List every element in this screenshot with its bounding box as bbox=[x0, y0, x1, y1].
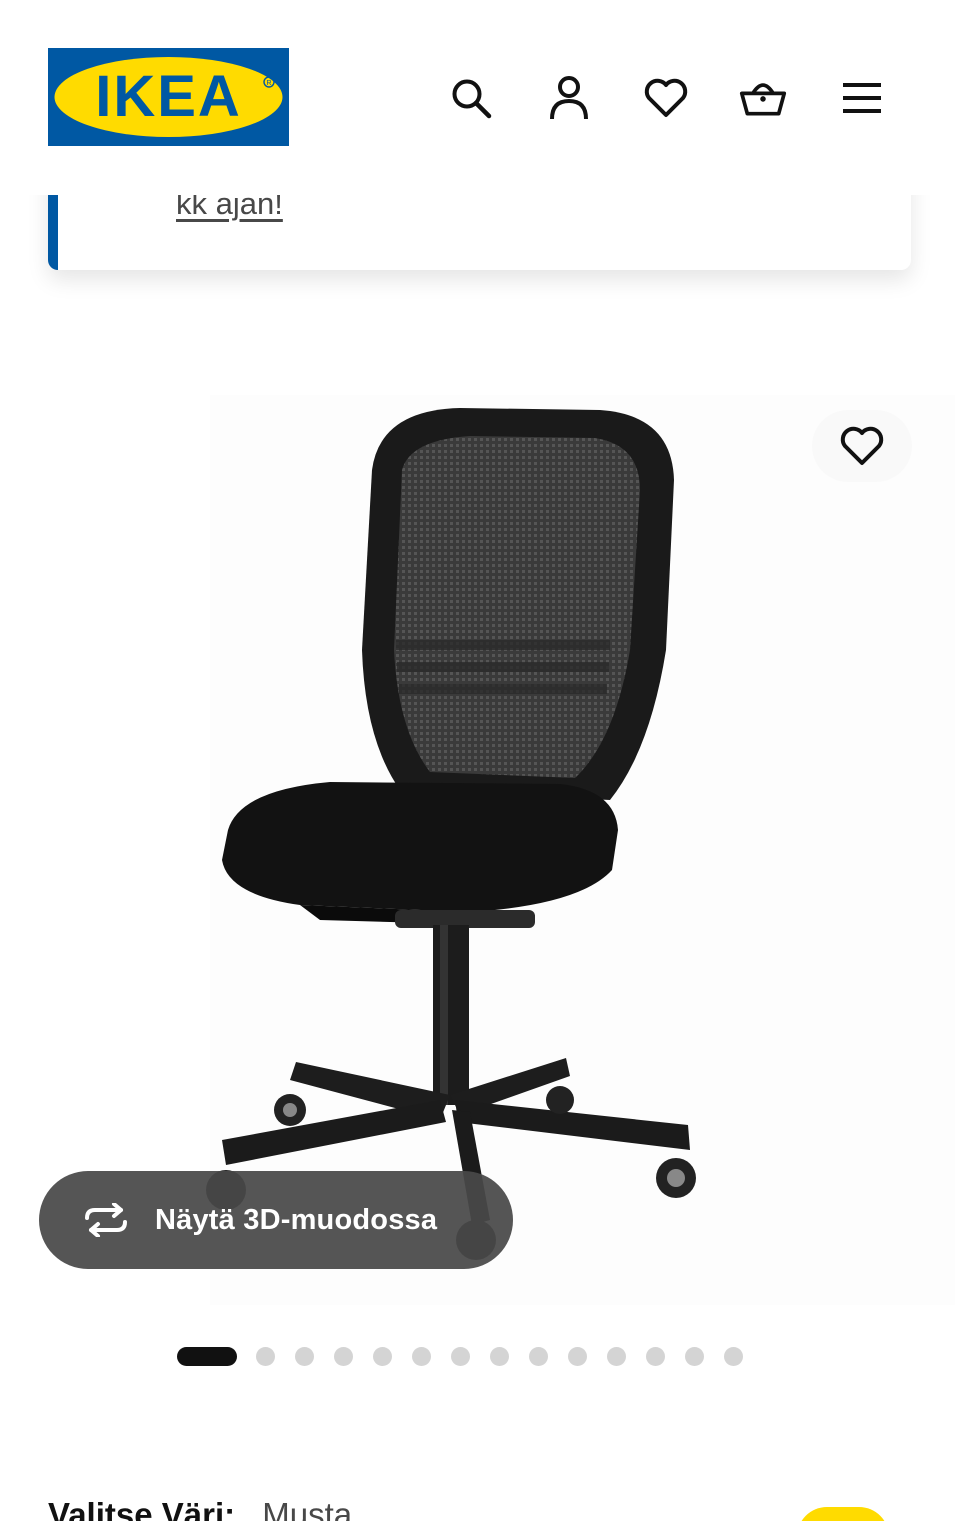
view-3d-label: Näytä 3D-muodossa bbox=[155, 1203, 438, 1236]
color-selector: Valitse Väri: Musta bbox=[48, 1496, 352, 1521]
carousel-dot[interactable] bbox=[295, 1346, 314, 1366]
carousel-dot[interactable] bbox=[451, 1346, 470, 1366]
image-carousel-dots bbox=[177, 1346, 763, 1366]
ikea-logo[interactable]: IKEA R bbox=[48, 48, 289, 146]
rotate-3d-icon bbox=[85, 1203, 127, 1237]
carousel-dot[interactable] bbox=[607, 1346, 626, 1366]
carousel-dot[interactable] bbox=[490, 1346, 509, 1366]
color-value: Musta bbox=[262, 1496, 353, 1521]
carousel-dot[interactable] bbox=[373, 1346, 392, 1366]
heart-icon[interactable] bbox=[642, 72, 690, 124]
add-to-favourites-button[interactable] bbox=[812, 410, 912, 482]
carousel-dot[interactable] bbox=[685, 1346, 704, 1366]
carousel-dot[interactable] bbox=[334, 1346, 353, 1366]
search-icon[interactable] bbox=[447, 72, 495, 124]
carousel-dot[interactable] bbox=[646, 1346, 665, 1366]
svg-text:R: R bbox=[266, 80, 271, 87]
basket-icon[interactable] bbox=[739, 72, 787, 124]
user-icon[interactable] bbox=[545, 72, 593, 124]
heart-icon bbox=[840, 426, 884, 465]
carousel-dot[interactable] bbox=[724, 1346, 743, 1366]
carousel-dot[interactable] bbox=[568, 1346, 587, 1366]
carousel-dot-active[interactable] bbox=[177, 1346, 237, 1366]
carousel-dot[interactable] bbox=[529, 1346, 548, 1366]
carousel-dot[interactable] bbox=[256, 1346, 275, 1366]
carousel-dot[interactable] bbox=[412, 1346, 431, 1366]
menu-icon[interactable] bbox=[838, 72, 886, 124]
site-header: IKEA R bbox=[0, 0, 960, 195]
view-3d-button[interactable]: Näytä 3D-muodossa bbox=[39, 1171, 513, 1269]
color-label: Valitse Väri: bbox=[48, 1496, 236, 1521]
svg-text:IKEA: IKEA bbox=[95, 64, 242, 129]
